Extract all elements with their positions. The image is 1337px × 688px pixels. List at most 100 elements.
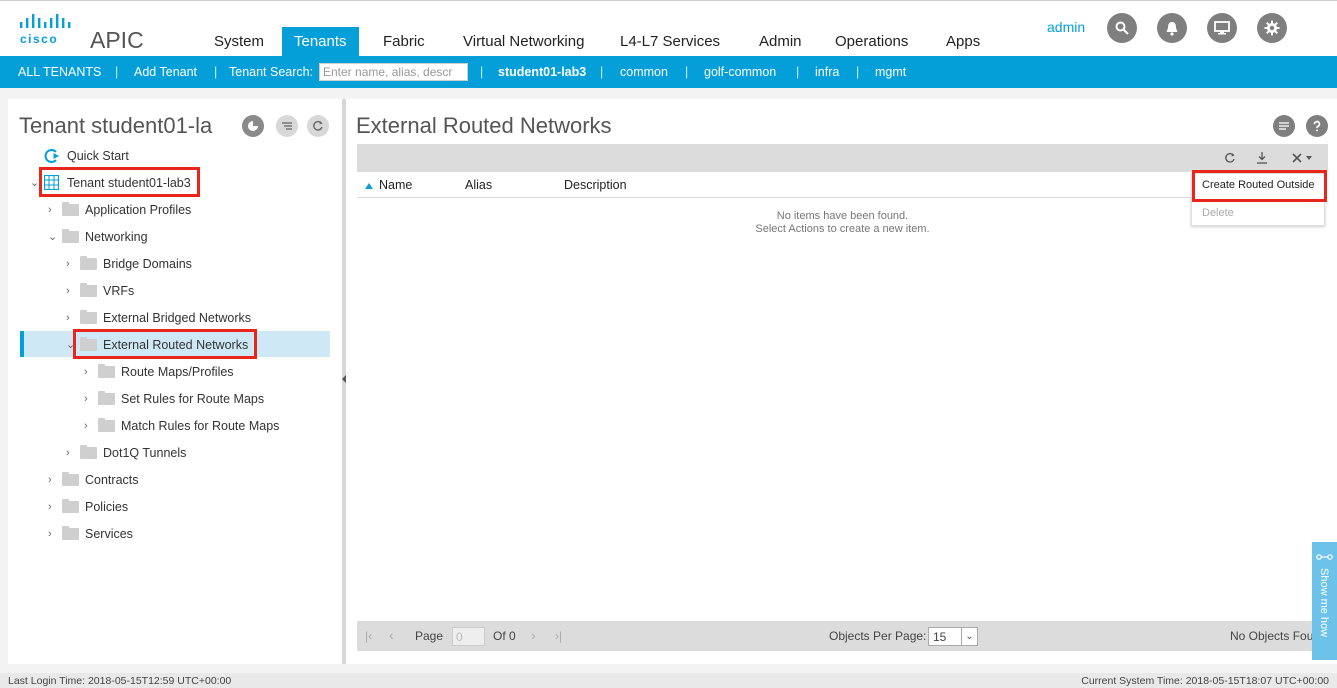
settings-button[interactable]: [1257, 13, 1287, 43]
tab-tenants[interactable]: Tenants: [282, 27, 359, 57]
create-routed-outside-item[interactable]: Create Routed Outside: [1202, 179, 1315, 191]
folder-icon: [80, 256, 97, 270]
last-login-time: Last Login Time: 2018-05-15T12:59 UTC+00…: [8, 675, 232, 687]
chevron-right-icon: ›: [48, 204, 52, 216]
tree-label: Set Rules for Route Maps: [121, 392, 265, 406]
tree-item-vrfs[interactable]: › VRFs: [66, 280, 266, 302]
monitor-icon: [1214, 21, 1230, 35]
chevron-right-icon: ›: [66, 447, 70, 459]
tenant-building-icon: [44, 175, 59, 190]
search-button[interactable]: [1107, 13, 1137, 43]
per-page-label: Objects Per Page:: [829, 629, 927, 643]
help-button[interactable]: [1306, 115, 1328, 137]
tree-item-services[interactable]: › Services: [48, 523, 248, 545]
search-icon: [1115, 21, 1129, 35]
system-tools-button[interactable]: [1207, 13, 1237, 43]
list-icon: [1279, 122, 1289, 130]
tree-item-networking[interactable]: ⌄ Networking: [48, 226, 248, 248]
user-menu-admin[interactable]: admin: [1047, 19, 1085, 35]
tree-item-external-routed-networks[interactable]: ⌄ External Routed Networks: [66, 334, 266, 356]
tenant-link-common[interactable]: common: [620, 65, 668, 79]
chevron-right-icon: ›: [66, 258, 70, 270]
last-page-icon[interactable]: ›|: [555, 629, 562, 643]
folder-icon: [80, 445, 97, 459]
chevron-down-icon: ⌄: [30, 177, 40, 189]
tab-apps[interactable]: Apps: [934, 27, 992, 57]
page-count-label: Of 0: [493, 629, 516, 643]
list-options-button[interactable]: [1273, 115, 1295, 137]
cisco-wordmark: cisco: [20, 32, 59, 46]
tree-item-tenant[interactable]: ⌄ Tenant student01-lab3: [30, 172, 200, 194]
tree-item-quick-start[interactable]: Quick Start: [43, 145, 243, 167]
tree-item-route-maps-profiles[interactable]: › Route Maps/Profiles: [84, 361, 284, 383]
folder-icon: [62, 229, 79, 243]
link-chain-icon: [1316, 554, 1333, 560]
tree-item-external-bridged-networks[interactable]: › External Bridged Networks: [66, 307, 286, 329]
folder-icon: [80, 310, 97, 324]
sort-asc-icon: [365, 178, 373, 192]
all-tenants-link[interactable]: ALL TENANTS: [18, 65, 101, 79]
chevron-down-icon: ⌄: [961, 628, 977, 645]
tree-label: External Routed Networks: [103, 338, 249, 352]
folder-icon: [62, 526, 79, 540]
show-me-how-tab[interactable]: Show me how: [1312, 542, 1337, 660]
tree-label: Application Profiles: [85, 203, 192, 217]
status-bar: Last Login Time: 2018-05-15T12:59 UTC+00…: [0, 673, 1337, 688]
tree-item-set-rules[interactable]: › Set Rules for Route Maps: [84, 388, 284, 410]
subnav-separator: |: [600, 65, 604, 79]
subnav-separator: |: [115, 65, 119, 79]
navigation-pane: Tenant student01-la Quick Start ⌄ Tenant…: [8, 99, 342, 664]
tab-l4-l7-services[interactable]: L4-L7 Services: [608, 27, 732, 57]
page-title: External Routed Networks: [356, 113, 612, 138]
folder-icon: [62, 499, 79, 513]
tab-system[interactable]: System: [202, 27, 276, 57]
tenant-subnav: ALL TENANTS | Add Tenant | Tenant Search…: [0, 56, 1337, 88]
help-icon: [1313, 120, 1321, 132]
tenant-link-mgmt[interactable]: mgmt: [875, 65, 906, 79]
bell-icon: [1166, 21, 1178, 36]
tenant-dashboard-button[interactable]: [242, 115, 264, 137]
download-icon[interactable]: [1256, 151, 1268, 164]
column-header-name[interactable]: Name: [379, 178, 412, 192]
chevron-right-icon: ›: [84, 366, 88, 378]
cisco-logo[interactable]: cisco: [20, 13, 75, 49]
delete-item[interactable]: Delete: [1202, 207, 1234, 219]
page-label: Page: [415, 629, 444, 643]
page-number-input[interactable]: [452, 627, 485, 646]
tenant-link-student01-lab3[interactable]: student01-lab3: [498, 65, 586, 79]
tree-item-match-rules[interactable]: › Match Rules for Route Maps: [84, 415, 304, 437]
tab-virtual-networking[interactable]: Virtual Networking: [451, 27, 596, 57]
tree-label: External Bridged Networks: [103, 311, 251, 325]
add-tenant-link[interactable]: Add Tenant: [134, 65, 197, 79]
per-page-select[interactable]: 15 ⌄: [928, 627, 978, 646]
empty-state-message: No items have been found. Select Actions…: [357, 210, 1328, 236]
filter-tree-button[interactable]: [276, 115, 298, 137]
tree-item-contracts[interactable]: › Contracts: [48, 469, 248, 491]
actions-tools-icon[interactable]: [1291, 151, 1315, 164]
column-header-description[interactable]: Description: [564, 178, 627, 192]
chevron-down-icon: ⌄: [48, 231, 58, 243]
next-page-icon[interactable]: ›: [531, 627, 536, 643]
table-pager: |‹ ‹ Page Of 0 › ›| Objects Per Page: 15…: [357, 621, 1328, 651]
alerts-button[interactable]: [1157, 13, 1187, 43]
tree-item-application-profiles[interactable]: › Application Profiles: [48, 199, 248, 221]
tree-label: Bridge Domains: [103, 257, 192, 271]
tenant-link-infra[interactable]: infra: [815, 65, 839, 79]
first-page-icon[interactable]: |‹: [365, 629, 372, 643]
current-system-time: Current System Time: 2018-05-15T18:07 UT…: [1081, 675, 1329, 687]
work-pane: External Routed Networks Name Alias Desc…: [346, 99, 1337, 664]
refresh-tree-button[interactable]: [307, 115, 329, 137]
prev-page-icon[interactable]: ‹: [389, 627, 394, 643]
tree-item-policies[interactable]: › Policies: [48, 496, 248, 518]
tab-fabric[interactable]: Fabric: [371, 27, 437, 57]
tenant-search-input[interactable]: [319, 63, 468, 81]
column-header-alias[interactable]: Alias: [465, 178, 492, 192]
tree-item-dot1q-tunnels[interactable]: › Dot1Q Tunnels: [66, 442, 266, 464]
tab-admin[interactable]: Admin: [747, 27, 814, 57]
tree-item-bridge-domains[interactable]: › Bridge Domains: [66, 253, 266, 275]
tab-operations[interactable]: Operations: [823, 27, 920, 57]
chevron-right-icon: ›: [66, 285, 70, 297]
gear-icon: [1264, 20, 1280, 36]
refresh-icon[interactable]: [1224, 152, 1236, 164]
tenant-link-golf-common[interactable]: golf-common: [704, 65, 776, 79]
